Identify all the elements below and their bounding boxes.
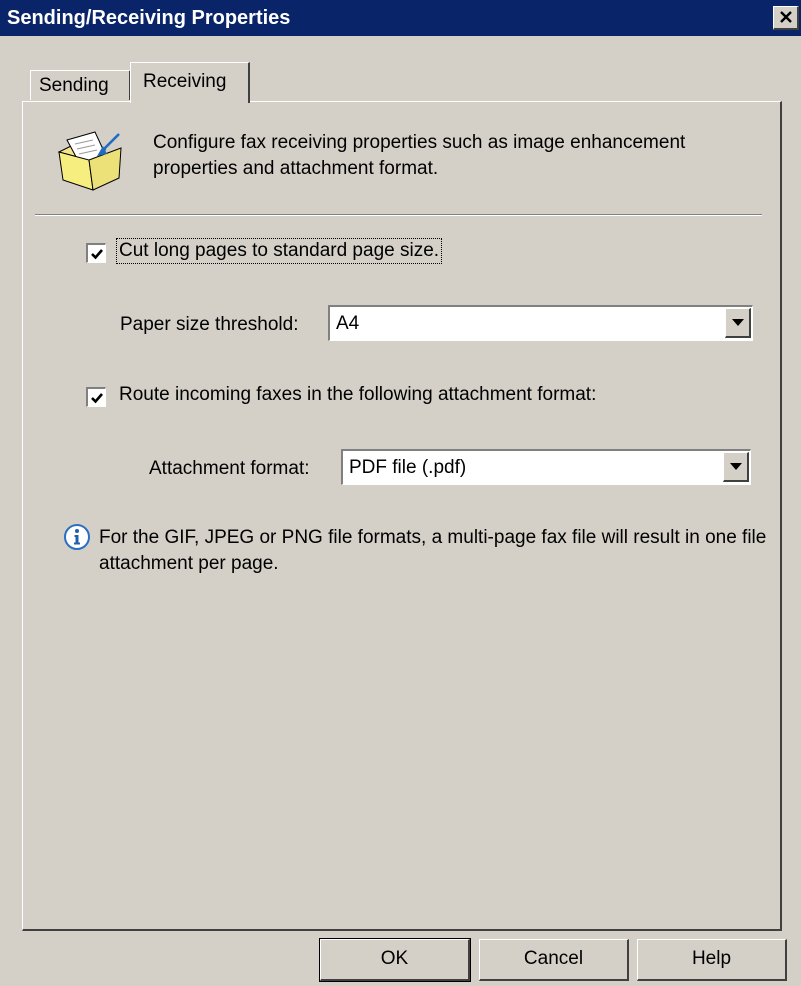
window-title: Sending/Receiving Properties	[7, 7, 291, 29]
checkmark-icon	[91, 249, 103, 260]
tab-sending[interactable]: Sending	[30, 70, 131, 100]
close-icon	[780, 11, 792, 23]
paper-size-threshold-select[interactable]: A4	[328, 305, 753, 341]
info-message: For the GIF, JPEG or PNG file formats, a…	[99, 527, 767, 574]
title-bar[interactable]: Sending/Receiving Properties	[0, 0, 801, 36]
attachment-format-select[interactable]: PDF file (.pdf)	[341, 449, 751, 485]
chevron-down-icon	[732, 319, 744, 326]
paper-size-threshold-label: Paper size threshold:	[120, 314, 299, 335]
attachment-format-dropdown-button[interactable]	[723, 452, 749, 482]
ok-button[interactable]: OK	[319, 938, 471, 982]
close-button[interactable]	[773, 6, 799, 30]
cut-long-pages-label[interactable]: Cut long pages to standard page size.	[115, 238, 443, 264]
help-button[interactable]: Help	[637, 939, 787, 981]
page-description: Configure fax receiving properties such …	[153, 132, 686, 179]
route-attachment-label[interactable]: Route incoming faxes in the following at…	[119, 384, 596, 406]
receiving-tab-panel: Configure fax receiving properties such …	[22, 101, 782, 931]
cut-long-pages-checkbox[interactable]	[86, 243, 106, 263]
divider	[35, 214, 762, 216]
fax-receive-folder-icon	[57, 131, 122, 191]
paper-size-value: A4	[336, 313, 360, 334]
route-attachment-checkbox[interactable]	[86, 387, 106, 407]
attachment-format-value: PDF file (.pdf)	[349, 457, 467, 478]
tab-receiving[interactable]: Receiving	[130, 62, 250, 106]
checkmark-icon	[91, 393, 103, 404]
chevron-down-icon	[730, 463, 742, 470]
attachment-format-label: Attachment format:	[149, 458, 310, 479]
cancel-button[interactable]: Cancel	[479, 939, 629, 981]
info-icon	[64, 524, 90, 550]
properties-dialog: Sending/Receiving Properties Sending Rec…	[0, 0, 801, 986]
paper-size-dropdown-button[interactable]	[725, 308, 751, 338]
